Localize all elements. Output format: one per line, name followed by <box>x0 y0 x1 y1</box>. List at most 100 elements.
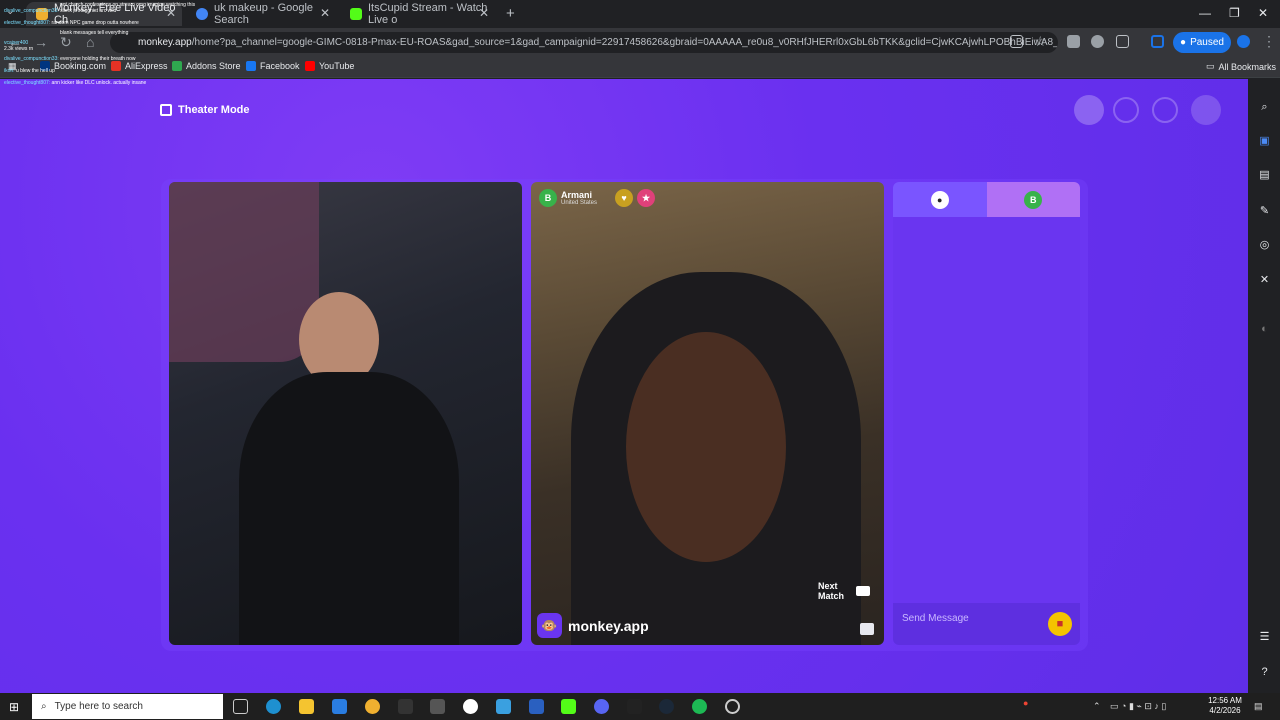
windows-start-icon[interactable]: ⊞ <box>9 700 19 714</box>
app-icon[interactable] <box>529 699 544 714</box>
theater-mode-icon <box>160 104 172 116</box>
search-icon[interactable]: ⌕ <box>1258 101 1271 114</box>
app-icon[interactable] <box>627 699 642 714</box>
edit-icon[interactable]: ✎ <box>1258 205 1271 218</box>
taskbar-clock[interactable]: 12:56 AM 4/2/2026 <box>1205 696 1245 716</box>
self-person-body <box>239 372 459 645</box>
tab-title: ItsCupid Stream - Watch Live o <box>368 2 488 26</box>
overlay-chat-line: elective_thought807: random NPC game dro… <box>4 20 139 26</box>
overlay-chat-line: divalive_compunction33: silent protagoni… <box>4 8 117 14</box>
partner-name: Armani <box>561 189 593 200</box>
steam-icon[interactable] <box>659 699 674 714</box>
stream-chat-overlay: not church confessions on stream omg ima… <box>4 2 254 86</box>
clock-date: 4/2/2026 <box>1209 706 1241 715</box>
heart-icon[interactable]: ♥ <box>615 189 634 207</box>
new-tab-button[interactable]: + <box>506 5 515 22</box>
close-icon[interactable]: ✕ <box>320 6 330 20</box>
spotify-icon[interactable] <box>692 699 707 714</box>
tray-icons[interactable]: ▭ ◔ ▮ ⌁ ⊡ ♪ ▯ <box>1110 701 1166 712</box>
partner-person-face <box>626 332 786 562</box>
app-icon[interactable] <box>496 699 511 714</box>
app-icon[interactable] <box>398 699 413 714</box>
theater-mode-button[interactable]: Theater Mode <box>160 100 250 120</box>
notifications-icon[interactable]: ▤ <box>1254 701 1263 712</box>
bookmark-facebook[interactable]: Facebook <box>246 61 300 71</box>
theater-mode-label: Theater Mode <box>178 104 250 116</box>
partner-video-feed: B Armani United States ♥ ★ Next Match 🐵 … <box>531 182 884 645</box>
crown-icon[interactable] <box>1074 95 1104 125</box>
install-app-icon[interactable] <box>1010 35 1023 48</box>
bookmark-label: Facebook <box>260 61 300 71</box>
tray-chevron-icon[interactable]: ⌃ <box>1093 701 1101 712</box>
reading-list-icon[interactable]: ▤ <box>1258 169 1271 182</box>
profile-avatar-icon[interactable] <box>1191 95 1221 125</box>
extension-shield-icon[interactable] <box>1091 35 1104 48</box>
file-explorer-icon[interactable] <box>299 699 314 714</box>
window-close-button[interactable]: ✕ <box>1258 6 1268 20</box>
self-video-feed <box>169 182 522 645</box>
tab-kick-stream[interactable]: ItsCupid Stream - Watch Live o ✕ <box>340 2 495 26</box>
skip-button[interactable] <box>860 623 874 635</box>
youtube-icon <box>305 61 315 71</box>
partner-country: United States <box>561 199 598 206</box>
overlay-chat-line: divalive_compunction33: everyone holding… <box>4 56 136 62</box>
profile-person-icon: ● <box>1180 37 1187 48</box>
task-view-icon[interactable] <box>233 699 248 714</box>
extension-icon[interactable] <box>1067 35 1080 48</box>
bookmark-youtube[interactable]: YouTube <box>305 61 354 71</box>
overlay-chat-line: elective_thought807: ann kicker like DLC… <box>4 80 147 86</box>
url-path: /home?pa_channel=google-GIMC-0818-Pmax-E… <box>191 37 1058 48</box>
bookmark-star-icon[interactable]: ☆ <box>1034 33 1047 50</box>
obs-icon[interactable] <box>463 699 478 714</box>
minimize-button[interactable]: — <box>1199 6 1211 20</box>
circle-icon[interactable]: ◐ <box>1258 323 1271 336</box>
chat-header: ● B <box>893 182 1080 217</box>
tools-icon[interactable]: ✕ <box>1258 274 1271 287</box>
bookmark-label: All Bookmarks <box>1218 61 1277 72</box>
taskbar-search-box[interactable]: ⌕ Type here to search <box>32 694 223 719</box>
gamepad-icon[interactable]: ◎ <box>1258 239 1271 252</box>
partner-avatar: B <box>539 189 557 207</box>
kick-icon[interactable] <box>561 699 576 714</box>
menu-kebab-icon[interactable]: ⋮ <box>1262 33 1276 50</box>
send-message-placeholder: Send Message <box>902 613 969 624</box>
edge-icon[interactable] <box>266 699 281 714</box>
send-message-input[interactable]: Send Message ■ <box>893 603 1080 645</box>
gift-badge-icon[interactable]: ★ <box>637 189 656 207</box>
side-panel-icon[interactable] <box>1151 35 1164 48</box>
maximize-button[interactable]: ❐ <box>1229 6 1240 20</box>
monkey-logo-icon: 🐵 <box>537 613 562 638</box>
app-icon[interactable] <box>430 699 445 714</box>
notification-badge-icon[interactable]: ● <box>1023 698 1028 708</box>
folder-icon: ▭ <box>1206 61 1215 71</box>
sync-check-icon[interactable] <box>1237 35 1250 48</box>
clock-time: 12:56 AM <box>1208 696 1242 705</box>
close-icon[interactable]: ✕ <box>479 6 489 20</box>
chrome-icon[interactable] <box>365 699 380 714</box>
background-blanket <box>169 182 319 362</box>
extensions-puzzle-icon[interactable] <box>1116 35 1129 48</box>
settings-gear-icon[interactable] <box>725 699 740 714</box>
partner-chat-avatar: B <box>1024 190 1043 209</box>
next-match-hint[interactable]: Next Match <box>818 581 870 601</box>
help-icon[interactable]: ? <box>1258 666 1271 679</box>
history-clock-icon[interactable] <box>1113 97 1139 123</box>
bookmark-label: YouTube <box>319 61 355 71</box>
chat-icon[interactable]: ▣ <box>1258 135 1271 148</box>
kick-favicon-icon <box>350 8 362 20</box>
discord-icon[interactable] <box>594 699 609 714</box>
messages-icon[interactable] <box>1152 97 1178 123</box>
chat-panel: ● B Send Message ■ <box>893 182 1080 645</box>
chat-tab-self[interactable]: ● <box>893 182 987 217</box>
store-icon[interactable] <box>332 699 347 714</box>
settings-sliders-icon[interactable]: ☰ <box>1258 631 1271 644</box>
gift-button[interactable]: ■ <box>1048 612 1072 636</box>
partner-info: Armani United States <box>561 189 598 206</box>
profile-status-label: Paused <box>1190 37 1224 48</box>
next-match-label: Next Match <box>818 581 845 601</box>
search-icon: ⌕ <box>41 701 47 712</box>
chat-tab-partner[interactable]: B <box>986 182 1080 217</box>
profile-button[interactable]: ● Paused <box>1173 32 1231 53</box>
all-bookmarks-folder[interactable]: ▭ All Bookmarks <box>1206 61 1276 72</box>
brand-text: monkey.app <box>568 617 649 634</box>
